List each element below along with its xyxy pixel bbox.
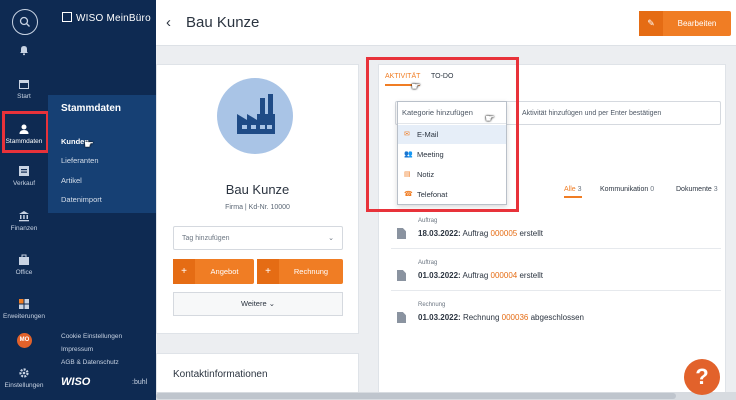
- wiso-logo: WISO: [61, 376, 91, 388]
- bank-icon: [19, 211, 29, 222]
- filter-all[interactable]: Alle 3: [564, 186, 582, 198]
- rail-label: Start: [17, 93, 31, 100]
- tag-select[interactable]: Tag hinzufügen ⌄: [173, 226, 343, 250]
- customer-profile-card: Bau Kunze Firma | Kd-Nr. 10000 Tag hinzu…: [156, 64, 359, 334]
- search-icon: [19, 16, 30, 27]
- entry-category: Auftrag: [418, 260, 438, 266]
- rail-item-erweiterungen[interactable]: Erweiterungen: [0, 298, 48, 320]
- app-logo: WISO MeinBüro: [62, 12, 151, 24]
- rail-label: Office: [15, 269, 33, 276]
- cursor-hand-icon: ☛: [485, 113, 495, 125]
- customer-subtitle: Firma | Kd-Nr. 10000: [225, 204, 290, 211]
- stammdaten-highlight: [2, 111, 49, 153]
- cart-icon: [19, 166, 29, 176]
- filter-count: 3: [713, 186, 718, 193]
- bell-icon: [20, 46, 28, 56]
- rechnung-label: Rechnung: [293, 267, 329, 276]
- angebot-button[interactable]: + Angebot: [173, 259, 254, 284]
- office-icon: [19, 254, 29, 265]
- nav-panel: WISO MeinBüro Stammdaten Kunden Lieferan…: [48, 0, 156, 400]
- rail-item-office[interactable]: Office: [0, 254, 48, 276]
- filter-label: Kommunikation: [600, 186, 649, 193]
- calendar-icon: [19, 80, 29, 89]
- pencil-icon: ✎: [639, 11, 663, 36]
- logo-icon: [62, 12, 72, 22]
- entry-text: 01.03.2022: Rechnung 000036 abgeschlosse…: [418, 313, 584, 322]
- filter-kommunikation[interactable]: Kommunikation 0: [600, 186, 654, 193]
- chevron-down-icon: ⌄: [268, 299, 276, 308]
- chevron-down-icon: ⌄: [328, 235, 334, 242]
- entry-category: Auftrag: [418, 218, 438, 224]
- entry-category: Rechnung: [418, 302, 446, 308]
- cursor-hand-icon: ☛: [411, 81, 421, 93]
- user-avatar[interactable]: MO: [17, 333, 32, 348]
- nav-link-lieferanten[interactable]: Lieferanten: [61, 156, 99, 165]
- factory-icon: [237, 94, 275, 134]
- activity-input-placeholder: Aktivität hinzufügen und per Enter bestä…: [522, 110, 662, 117]
- entry-text: 01.03.2022: Auftrag 000004 erstellt: [418, 271, 544, 280]
- document-icon: [397, 270, 406, 281]
- more-button[interactable]: Weitere ⌄: [173, 292, 343, 316]
- search-button[interactable]: [12, 9, 38, 35]
- customer-name: Bau Kunze: [225, 182, 290, 197]
- nav-section-title: Stammdaten: [61, 103, 122, 114]
- notifications-button[interactable]: [0, 44, 48, 59]
- divider: [391, 248, 721, 249]
- plus-icon: +: [257, 259, 279, 284]
- divider: [391, 290, 721, 291]
- rail-item-verkauf[interactable]: Verkauf: [0, 165, 48, 187]
- agb-link[interactable]: AGB & Datenschutz: [61, 359, 119, 366]
- rail-label: Finanzen: [10, 225, 38, 232]
- filter-dokumente[interactable]: Dokumente 3: [676, 186, 718, 193]
- cursor-hand-icon: ☛: [84, 139, 94, 151]
- scrollbar-thumb[interactable]: [156, 393, 676, 399]
- edit-button-label: Bearbeiten: [677, 19, 717, 28]
- contact-title: Kontaktinformationen: [173, 369, 268, 380]
- filter-count: 0: [650, 186, 655, 193]
- filter-label: Alle: [564, 186, 576, 193]
- company-avatar: [217, 78, 293, 154]
- rail-label: Verkauf: [12, 180, 36, 187]
- filter-count: 3: [577, 186, 582, 193]
- impressum-link[interactable]: Impressum: [61, 346, 93, 353]
- invoice-icon: [397, 312, 406, 323]
- entry-text: 18.03.2022: Auftrag 000005 erstellt: [418, 229, 544, 238]
- more-label: Weitere: [240, 299, 267, 308]
- rail-label: Erweiterungen: [3, 313, 45, 320]
- grid-icon: [19, 299, 29, 309]
- rail-label: Einstellungen: [4, 382, 44, 389]
- page-header: ‹ Bau Kunze ✎ Bearbeiten: [156, 0, 736, 46]
- page-title: Bau Kunze: [186, 14, 260, 31]
- nav-section-stammdaten: Stammdaten Kunden Lieferanten Artikel Da…: [48, 95, 156, 213]
- back-button[interactable]: ‹: [166, 14, 171, 31]
- rail-item-finanzen[interactable]: Finanzen: [0, 210, 48, 232]
- plus-icon: +: [173, 259, 195, 284]
- edit-button[interactable]: ✎ Bearbeiten: [639, 11, 731, 36]
- filter-label: Dokumente: [676, 186, 712, 193]
- cookie-link[interactable]: Cookie Einstellungen: [61, 333, 122, 340]
- nav-link-datenimport[interactable]: Datenimport: [61, 195, 102, 204]
- gear-icon: [19, 368, 29, 378]
- rail-item-einstellungen[interactable]: Einstellungen: [0, 367, 48, 389]
- document-icon: [397, 228, 406, 239]
- nav-link-artikel[interactable]: Artikel: [61, 176, 82, 185]
- horizontal-scrollbar[interactable]: [156, 392, 736, 400]
- help-button[interactable]: ?: [684, 359, 720, 395]
- rail-item-start[interactable]: Start: [0, 78, 48, 100]
- rechnung-button[interactable]: + Rechnung: [257, 259, 343, 284]
- tag-placeholder: Tag hinzufügen: [182, 235, 230, 242]
- angebot-label: Angebot: [210, 267, 239, 276]
- app-rail: Start Stammdaten Verkauf Finanzen Office…: [0, 0, 48, 400]
- logo-text: WISO MeinBüro: [76, 13, 151, 24]
- buhl-logo: :buhl: [132, 379, 148, 386]
- dropdown-highlight: [366, 57, 519, 212]
